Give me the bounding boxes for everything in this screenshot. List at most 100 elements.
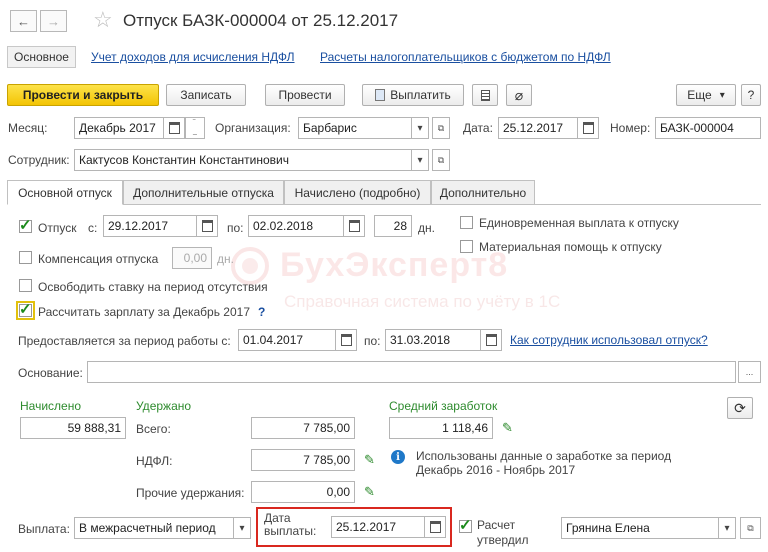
tab-additional-vacations[interactable]: Дополнительные отпуска — [123, 180, 284, 205]
compensation-days-field[interactable]: 0,00 — [172, 247, 212, 269]
other-withholdings-label: Прочие удержания: — [136, 486, 245, 500]
info-icon: i — [391, 450, 405, 464]
open-link-icon[interactable]: ⧉ — [432, 149, 450, 171]
document-icon — [375, 89, 386, 101]
earnings-info-line2: Декабрь 2016 - Ноябрь 2017 — [416, 463, 576, 477]
number-label: Номер: — [610, 121, 651, 135]
free-rate-checkbox[interactable] — [19, 279, 32, 292]
back-button[interactable]: ← — [10, 10, 37, 32]
calendar-icon[interactable] — [343, 215, 365, 237]
date-field[interactable]: 25.12.2017 — [498, 117, 578, 139]
period-to-field[interactable]: 31.03.2018 — [385, 329, 481, 351]
chevron-down-icon[interactable] — [718, 517, 736, 539]
save-button[interactable]: Записать — [166, 84, 246, 106]
window-title: Отпуск БАЗК-000004 от 25.12.2017 — [123, 11, 399, 30]
pay-button-label: Выплатить — [390, 88, 451, 102]
favorite-star-icon[interactable]: ☆ — [93, 7, 113, 33]
basis-select-button[interactable]: ... — [738, 361, 761, 383]
date-label: Дата: — [463, 121, 493, 135]
ndfl-field[interactable]: 7 785,00 — [251, 449, 355, 471]
calc-salary-label: Рассчитать зарплату за Декабрь 2017 — [38, 305, 251, 319]
calendar-icon[interactable] — [196, 215, 218, 237]
payout-label: Выплата: — [18, 522, 70, 536]
calc-approved-label-line1: Расчет — [477, 518, 516, 532]
attachment-icon[interactable]: ⌀ — [506, 84, 532, 106]
accrued-label: Начислено — [20, 399, 82, 413]
month-field[interactable]: Декабрь 2017 — [74, 117, 164, 139]
free-rate-label: Освободить ставку на период отсутствия — [38, 280, 268, 294]
calc-approved-checkbox[interactable] — [459, 516, 472, 534]
calendar-icon[interactable] — [480, 329, 502, 351]
month-spinner[interactable]: ‾ _ — [185, 117, 205, 139]
pencil-icon[interactable]: ✎ — [502, 420, 513, 436]
material-help-checkbox[interactable] — [460, 240, 473, 253]
section-main[interactable]: Основное — [7, 46, 76, 68]
employee-field[interactable]: Кактусов Константин Константинович — [74, 149, 412, 171]
section-ndfl-budget[interactable]: Расчеты налогоплательщиков с бюджетом по… — [320, 50, 611, 64]
list-icon[interactable] — [472, 84, 498, 106]
calendar-icon[interactable] — [163, 117, 185, 139]
vacation-checkbox[interactable] — [19, 216, 32, 234]
number-field[interactable]: БАЗК-000004 — [655, 117, 761, 139]
calc-salary-help[interactable]: ? — [258, 305, 265, 319]
refresh-icon[interactable]: ⟳ — [727, 397, 753, 419]
accrued-field[interactable]: 59 888,31 — [20, 417, 126, 439]
tab-accrued-detailed[interactable]: Начислено (подробно) — [284, 180, 431, 205]
help-button[interactable]: ? — [741, 84, 761, 106]
pencil-icon[interactable]: ✎ — [364, 452, 375, 468]
period-to-label: по: — [364, 334, 381, 348]
forward-button[interactable]: → — [40, 10, 67, 32]
calendar-icon[interactable] — [577, 117, 599, 139]
section-ndfl-income[interactable]: Учет доходов для исчисления НДФЛ — [91, 50, 295, 64]
material-help-label: Материальная помощь к отпуску — [479, 240, 662, 254]
earnings-info-line1: Использованы данные о заработке за перио… — [416, 449, 672, 463]
approver-field[interactable]: Грянина Елена — [561, 517, 719, 539]
watermark-title: БухЭксперт8 — [280, 246, 509, 284]
vacation-days-unit: дн. — [418, 221, 435, 235]
open-link-icon[interactable]: ⧉ — [740, 517, 761, 539]
chevron-down-icon[interactable] — [411, 117, 429, 139]
avg-earnings-field[interactable]: 1 118,46 — [389, 417, 493, 439]
paydate-highlight — [256, 507, 452, 547]
vacation-to-field[interactable]: 02.02.2018 — [248, 215, 344, 237]
watermark-subtitle: Справочная система по учёту в 1С — [284, 292, 561, 311]
single-payment-checkbox[interactable] — [460, 216, 473, 229]
more-button-label: Еще — [687, 88, 712, 102]
calendar-icon[interactable] — [335, 329, 357, 351]
chevron-down-icon[interactable] — [233, 517, 251, 539]
ndfl-label: НДФЛ: — [136, 454, 173, 468]
month-label: Месяц: — [8, 121, 48, 135]
open-link-icon[interactable]: ⧉ — [432, 117, 450, 139]
compensation-label: Компенсация отпуска — [38, 252, 159, 266]
calc-approved-label: Расчет утвердил — [477, 518, 529, 548]
vacation-usage-link[interactable]: Как сотрудник использовал отпуск? — [510, 333, 708, 347]
period-label: Предоставляется за период работы с: — [18, 334, 231, 348]
org-label: Организация: — [215, 121, 291, 135]
vacation-from-label: с: — [88, 221, 98, 235]
post-and-close-button[interactable]: Провести и закрыть — [7, 84, 159, 106]
pay-button[interactable]: Выплатить — [362, 84, 464, 106]
payout-field[interactable]: В межрасчетный период — [74, 517, 234, 539]
withheld-label: Удержано — [136, 399, 192, 413]
chevron-down-icon[interactable] — [411, 149, 429, 171]
other-withholdings-field[interactable]: 0,00 — [251, 481, 355, 503]
single-payment-label: Единовременная выплата к отпуску — [479, 216, 679, 230]
vacation-days-field[interactable]: 28 — [374, 215, 412, 237]
post-button[interactable]: Провести — [265, 84, 345, 106]
tab-additional[interactable]: Дополнительно — [431, 180, 535, 205]
employee-label: Сотрудник: — [8, 153, 70, 167]
more-button[interactable]: Еще ▾ — [676, 84, 736, 106]
compensation-checkbox[interactable] — [19, 251, 32, 264]
tab-main-vacation[interactable]: Основной отпуск — [7, 180, 123, 205]
chevron-down-icon: ▾ — [719, 89, 725, 101]
calc-approved-label-line2: утвердил — [477, 533, 529, 547]
avg-earnings-label: Средний заработок — [389, 399, 498, 413]
vacation-from-field[interactable]: 29.12.2017 — [103, 215, 197, 237]
pencil-icon[interactable]: ✎ — [364, 484, 375, 500]
basis-field[interactable] — [87, 361, 736, 383]
vacation-to-label: по: — [227, 221, 244, 235]
org-field[interactable]: Барбарис — [298, 117, 412, 139]
calc-salary-checkbox[interactable] — [16, 300, 35, 320]
period-from-field[interactable]: 01.04.2017 — [238, 329, 336, 351]
total-withheld-field[interactable]: 7 785,00 — [251, 417, 355, 439]
